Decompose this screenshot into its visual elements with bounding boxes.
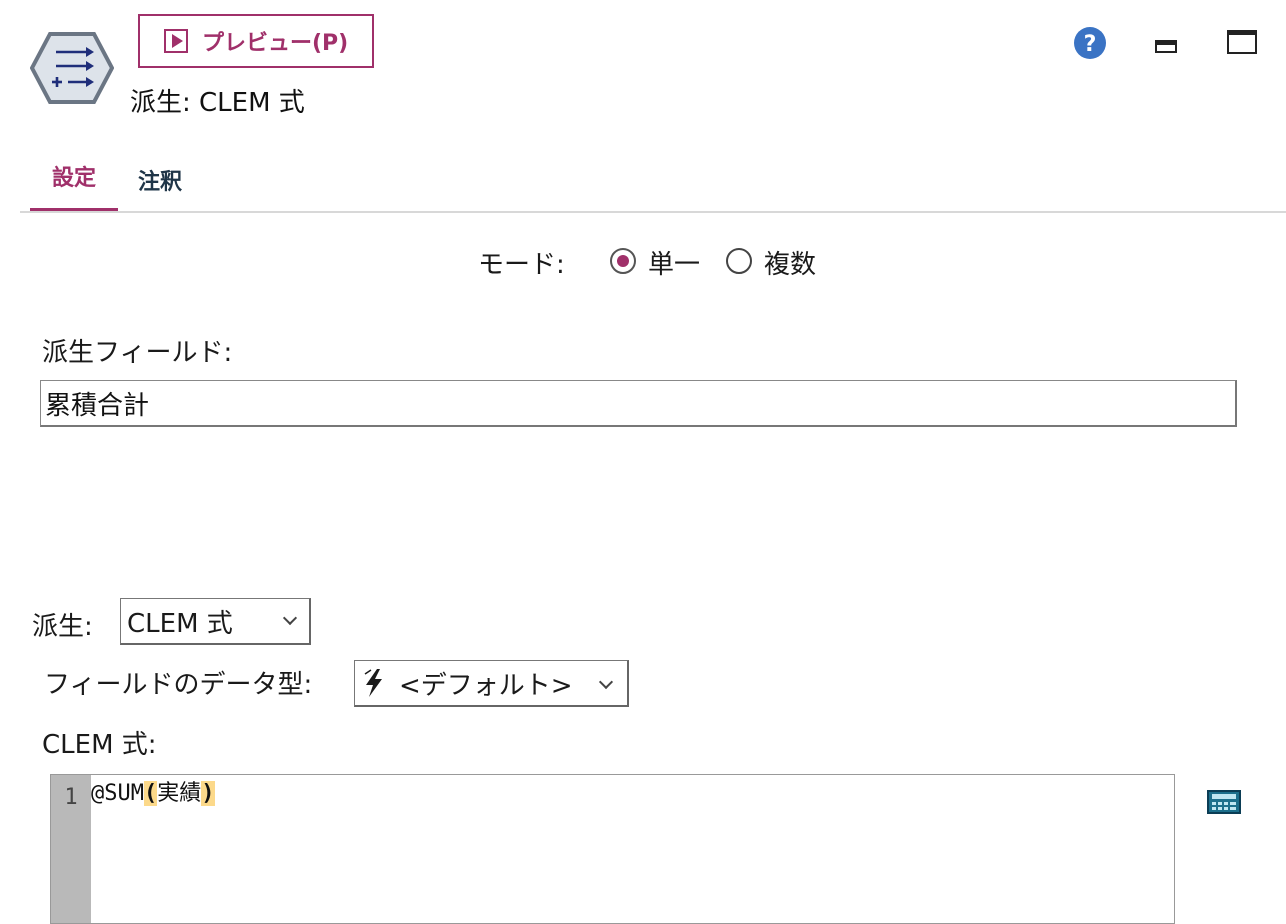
derive-node-icon xyxy=(30,32,114,104)
chevron-down-icon xyxy=(598,674,614,690)
mode-multiple-label[interactable]: 複数 xyxy=(764,244,816,281)
mode-single-label[interactable]: 単一 xyxy=(648,244,700,281)
mode-label: モード: xyxy=(478,250,565,280)
code-line[interactable]: @SUM(実績) xyxy=(91,779,215,809)
field-type-label: フィールドのデータ型: xyxy=(44,670,313,700)
mode-single-radio[interactable] xyxy=(610,248,636,274)
preview-button[interactable]: プレビュー(P) xyxy=(138,14,374,68)
field-type-dropdown[interactable]: <デフォルト> xyxy=(354,660,629,707)
field-type-value: <デフォルト> xyxy=(399,670,573,701)
derive-field-input[interactable] xyxy=(40,380,1237,427)
lightning-icon xyxy=(364,669,382,697)
derive-as-dropdown[interactable]: CLEM 式 xyxy=(120,598,311,645)
tab-settings[interactable]: 設定 xyxy=(30,160,118,192)
expression-builder-icon[interactable] xyxy=(1207,790,1241,814)
minimize-icon[interactable] xyxy=(1155,40,1177,53)
svg-text:?: ? xyxy=(1084,32,1097,57)
play-icon xyxy=(164,29,188,53)
tab-divider xyxy=(20,211,1286,213)
derive-field-label: 派生フィールド: xyxy=(42,338,233,368)
code-function: @SUM xyxy=(91,781,144,806)
preview-button-label: プレビュー(P) xyxy=(202,31,349,56)
derive-as-value: CLEM 式 xyxy=(127,608,233,639)
chevron-down-icon xyxy=(282,610,298,626)
derive-as-label: 派生: xyxy=(32,612,93,642)
tab-annotations[interactable]: 注釈 xyxy=(138,164,182,196)
help-icon[interactable]: ? xyxy=(1073,26,1107,60)
open-paren: ( xyxy=(143,781,158,806)
node-title: 派生: CLEM 式 xyxy=(130,88,305,118)
close-paren: ) xyxy=(201,781,215,806)
clem-expression-editor[interactable]: 1 @SUM(実績) xyxy=(50,774,1175,924)
mode-multiple-radio[interactable] xyxy=(726,248,752,274)
code-argument: 実績 xyxy=(157,781,202,806)
clem-expression-label: CLEM 式: xyxy=(42,730,157,760)
line-number: 1 xyxy=(64,785,78,810)
maximize-icon[interactable] xyxy=(1227,30,1257,54)
